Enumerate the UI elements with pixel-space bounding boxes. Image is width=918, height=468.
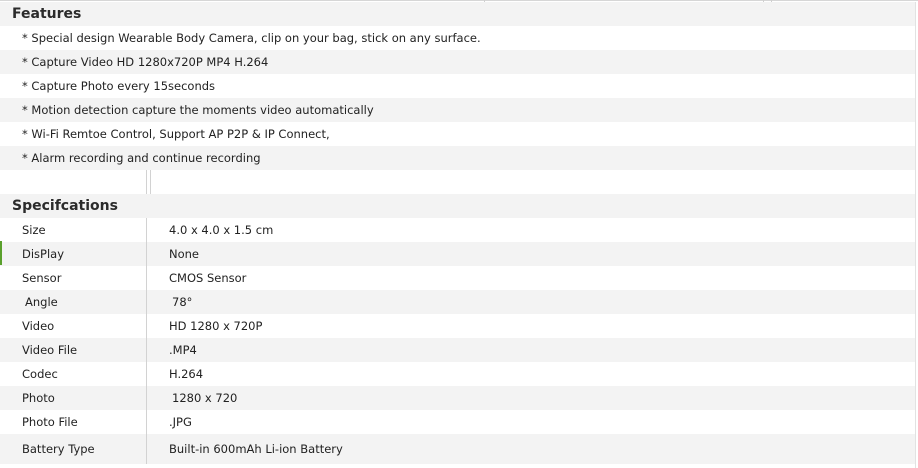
right-edge-rule <box>915 2 916 468</box>
spec-row: Video HD 1280 x 720P <box>0 314 916 338</box>
spacer-row <box>0 170 916 194</box>
feature-row: * Capture Video HD 1280x720P MP4 H.264 <box>0 50 916 74</box>
feature-text: * Capture Photo every 15seconds <box>22 79 216 93</box>
column-divider <box>150 170 151 194</box>
product-spec-sheet: Features * Special design Wearable Body … <box>0 0 918 468</box>
spec-label: Codec <box>22 367 58 381</box>
spec-label: Video <box>22 319 55 333</box>
spec-label: Battery Type <box>22 442 95 456</box>
column-divider <box>146 314 147 338</box>
spec-row: Photo File .JPG <box>0 410 916 434</box>
spec-value: .MP4 <box>169 343 197 357</box>
column-divider <box>146 218 147 242</box>
spec-row: Size 4.0 x 4.0 x 1.5 cm <box>0 218 916 242</box>
specifications-heading: Specifcations <box>0 194 916 218</box>
spec-row: Battery Type Built-in 600mAh Li-ion Batt… <box>0 434 916 464</box>
spec-value: 78° <box>172 295 193 309</box>
spec-value: None <box>169 247 200 261</box>
spec-label: Angle <box>25 295 58 309</box>
spec-row: DisPlay None <box>0 242 916 266</box>
column-divider <box>146 290 147 314</box>
spec-value: 1280 x 720 <box>172 391 238 405</box>
spec-label: Sensor <box>22 271 62 285</box>
column-divider <box>146 386 147 410</box>
column-divider <box>146 434 147 464</box>
spec-value: 4.0 x 4.0 x 1.5 cm <box>169 223 274 237</box>
feature-row: * Alarm recording and continue recording <box>0 146 916 170</box>
feature-text: * Capture Video HD 1280x720P MP4 H.264 <box>22 55 269 69</box>
feature-row: * Capture Photo every 15seconds <box>0 74 916 98</box>
spec-value: CMOS Sensor <box>169 271 247 285</box>
feature-row: * Wi-Fi Remtoe Control, Support AP P2P &… <box>0 122 916 146</box>
spec-row: Photo 1280 x 720 <box>0 386 916 410</box>
column-divider <box>146 170 147 194</box>
spec-label: Video File <box>22 343 78 357</box>
spec-row: Angle 78° <box>0 290 916 314</box>
spec-row: Sensor CMOS Sensor <box>0 266 916 290</box>
spec-value: HD 1280 x 720P <box>169 319 263 333</box>
column-divider <box>146 338 147 362</box>
feature-row: * Special design Wearable Body Camera, c… <box>0 26 916 50</box>
column-divider <box>146 242 147 266</box>
spec-value: H.264 <box>169 367 204 381</box>
feature-text: * Alarm recording and continue recording <box>22 151 261 165</box>
spec-label: Photo <box>22 391 55 405</box>
column-divider <box>146 410 147 434</box>
feature-text: * Wi-Fi Remtoe Control, Support AP P2P &… <box>22 127 330 141</box>
feature-text: * Special design Wearable Body Camera, c… <box>22 31 481 45</box>
feature-row: * Motion detection capture the moments v… <box>0 98 916 122</box>
spec-value: .JPG <box>169 415 192 429</box>
spec-row: Video File .MP4 <box>0 338 916 362</box>
column-divider <box>146 362 147 386</box>
spec-label: Photo File <box>22 415 78 429</box>
spec-label: Size <box>22 223 46 237</box>
spec-label: DisPlay <box>22 247 65 261</box>
row-accent-mark <box>0 241 2 265</box>
spec-value: Built-in 600mAh Li-ion Battery <box>169 442 343 456</box>
spec-row: Codec H.264 <box>0 362 916 386</box>
column-divider <box>146 266 147 290</box>
features-heading: Features <box>0 2 916 26</box>
feature-text: * Motion detection capture the moments v… <box>22 103 374 117</box>
